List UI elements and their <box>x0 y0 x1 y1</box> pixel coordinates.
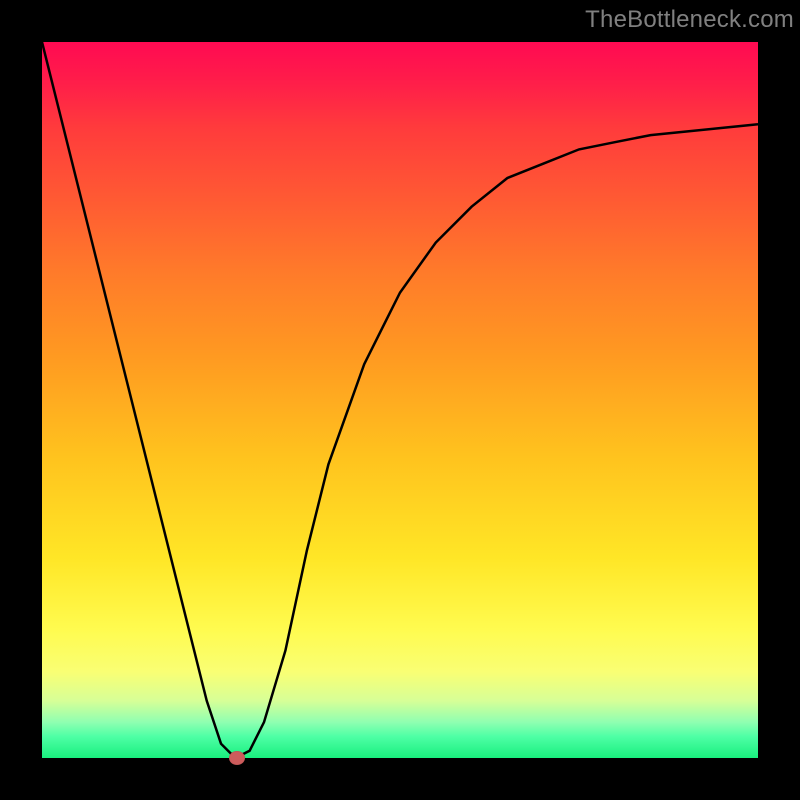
plot-area <box>42 42 758 758</box>
chart-frame: TheBottleneck.com <box>0 0 800 800</box>
bottleneck-curve <box>42 42 758 758</box>
watermark-text: TheBottleneck.com <box>585 6 794 34</box>
min-point-marker <box>229 751 245 765</box>
